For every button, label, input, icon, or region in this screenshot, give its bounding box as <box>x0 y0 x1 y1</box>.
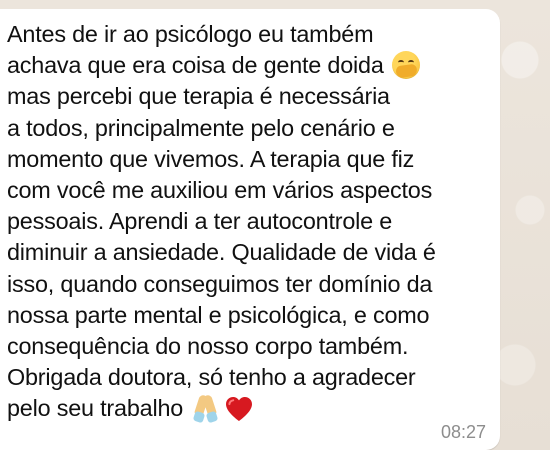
message-bubble[interactable]: Antes de ir ao psicólogo eu também achav… <box>0 9 500 450</box>
message-line: a todos, principalmente pelo cenário e <box>7 114 395 141</box>
message-line: com você me auxiliou em vários aspectos <box>7 176 433 203</box>
message-line: pelo seu trabalho <box>7 393 493 424</box>
message-timestamp: 08:27 <box>440 422 486 442</box>
message-text: Antes de ir ao psicólogo eu também achav… <box>7 19 493 424</box>
message-line: diminuir a ansiedade. Qualidade de vida … <box>7 239 436 266</box>
message-line: pessoais. Aprendi a ter autocontrole e <box>7 208 393 235</box>
message-line: nossa parte mental e psicológica, e como <box>7 301 430 328</box>
message-line: achava que era coisa de gente doida <box>7 50 493 81</box>
red-heart-icon <box>224 395 254 423</box>
message-line: isso, quando conseguimos ter domínio da <box>7 270 433 297</box>
message-line: mas percebi que terapia é necessária <box>7 83 390 110</box>
folded-hands-icon <box>191 394 220 424</box>
message-line-text: pelo seu trabalho <box>7 395 184 422</box>
message-line: Obrigada doutora, só tenho a agradecer <box>7 364 416 391</box>
message-line: consequência do nosso corpo também. <box>7 332 409 359</box>
hand-over-mouth-icon <box>391 51 420 79</box>
message-line-text: achava que era coisa de gente doida <box>7 52 384 79</box>
message-line: momento que vivemos. A terapia que fiz <box>7 145 415 172</box>
message-line: Antes de ir ao psicólogo eu também <box>7 21 374 47</box>
